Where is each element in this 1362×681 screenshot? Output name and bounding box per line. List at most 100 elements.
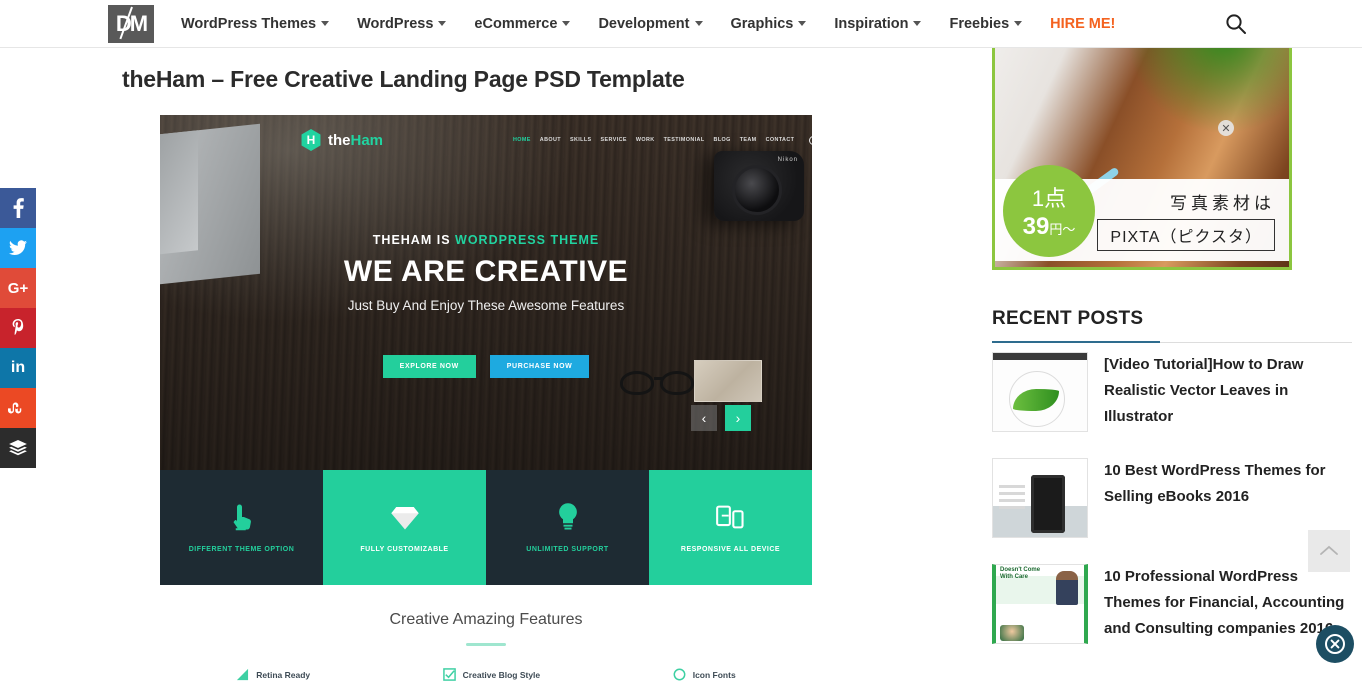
preview-menu-team[interactable]: TEAM: [740, 137, 757, 143]
ad-badge-price: 39: [1023, 213, 1050, 240]
share-google-plus-button[interactable]: G+: [0, 268, 36, 308]
sub-feature-creative-blog-style: Creative Blog Style: [443, 668, 540, 681]
buffer-icon: [9, 440, 27, 456]
ad-badge-line1: 1点: [1032, 181, 1066, 213]
share-buffer-button[interactable]: [0, 428, 36, 468]
camera-label: Nikon: [778, 157, 798, 163]
ad-line-1: 写真素材は: [1170, 189, 1275, 214]
preview-menu-testimonial[interactable]: TESTIMONIAL: [664, 137, 705, 143]
ad-line-2: PIXTA（ピクスタ）: [1097, 219, 1275, 251]
carousel-controls: ‹ ›: [691, 405, 751, 431]
preview-menu-service[interactable]: SERVICE: [601, 137, 627, 143]
post-thumbnail: [992, 352, 1088, 432]
devices-icon: [716, 502, 746, 532]
nav-item-freebies[interactable]: Freebies: [949, 16, 1022, 32]
list-item[interactable]: Doesn't Come With Care 10 Professional W…: [992, 564, 1356, 644]
chevron-down-icon: [321, 21, 329, 26]
nav-label: Graphics: [731, 16, 794, 32]
chevron-down-icon: [695, 21, 703, 26]
explore-now-button[interactable]: EXPLORE NOW: [383, 355, 476, 378]
feature-label: RESPONSIVE ALL DEVICE: [681, 546, 780, 553]
thumbnail-photo-prop: [694, 360, 762, 402]
theham-logo-text: theHam: [328, 132, 383, 149]
stumbleupon-icon: [8, 401, 28, 415]
share-twitter-button[interactable]: [0, 228, 36, 268]
nav-item-hire-me[interactable]: HIRE ME!: [1050, 16, 1115, 32]
preview-menu-about[interactable]: ABOUT: [540, 137, 561, 143]
search-icon[interactable]: [809, 136, 812, 145]
ad-price-badge: 1点 39円～: [1003, 165, 1095, 257]
sub-feature-label: Retina Ready: [256, 670, 310, 680]
nav-label: HIRE ME!: [1050, 16, 1115, 32]
share-pinterest-button[interactable]: [0, 308, 36, 348]
post-thumbnail: Doesn't Come With Care: [992, 564, 1088, 644]
carousel-prev-button[interactable]: ‹: [691, 405, 717, 431]
preview-menu-skills[interactable]: SKILLS: [570, 137, 592, 143]
hero-subheading: Just Buy And Enjoy These Awesome Feature…: [160, 298, 812, 313]
linkedin-icon: in: [11, 359, 25, 377]
nav-label: Inspiration: [834, 16, 908, 32]
nav-item-inspiration[interactable]: Inspiration: [834, 16, 921, 32]
share-stumbleupon-button[interactable]: [0, 388, 36, 428]
preview-menu: HOME ABOUT SKILLS SERVICE WORK TESTIMONI…: [513, 136, 812, 145]
nav-item-wordpress[interactable]: WordPress: [357, 16, 446, 32]
hero-kicker-accent: WORDPRESS THEME: [455, 233, 599, 247]
scroll-to-top-button[interactable]: [1308, 530, 1350, 572]
hero-kicker: THEHAM IS WORDPRESS THEME: [160, 233, 812, 247]
ad-close-icon[interactable]: ✕: [1218, 120, 1234, 136]
page-title: theHam – Free Creative Landing Page PSD …: [122, 66, 812, 93]
main-content: theHam – Free Creative Landing Page PSD …: [0, 48, 872, 671]
nav-item-graphics[interactable]: Graphics: [731, 16, 807, 32]
logo-name-accent: Ham: [351, 132, 384, 149]
hero-heading: WE ARE CREATIVE: [160, 255, 812, 289]
list-item[interactable]: 10 Best WordPress Themes for Selling eBo…: [992, 458, 1356, 538]
share-facebook-button[interactable]: [0, 188, 36, 228]
chevron-up-icon: [1320, 545, 1338, 557]
theham-logo: H theHam: [300, 129, 383, 151]
chevron-down-icon: [562, 21, 570, 26]
preview-menu-contact[interactable]: CONTACT: [766, 137, 795, 143]
sub-feature-label: Icon Fonts: [693, 670, 736, 680]
nav-label: Freebies: [949, 16, 1009, 32]
share-linkedin-button[interactable]: in: [0, 348, 36, 388]
feature-unlimited-support: UNLIMITED SUPPORT: [486, 470, 649, 585]
lightbulb-icon: [553, 502, 583, 532]
nav-label: Development: [598, 16, 689, 32]
hero-kicker-plain: THEHAM IS: [373, 233, 455, 247]
recent-posts-heading: RECENT POSTS: [992, 308, 1352, 343]
floating-badge-button[interactable]: [1316, 625, 1354, 663]
post-title-link[interactable]: [Video Tutorial]How to Draw Realistic Ve…: [1104, 352, 1356, 432]
list-item[interactable]: [Video Tutorial]How to Draw Realistic Ve…: [992, 352, 1356, 432]
preview-menu-work[interactable]: WORK: [636, 137, 655, 143]
preview-below-section: Creative Amazing Features Retina Ready C…: [160, 585, 812, 681]
pinterest-icon: [12, 319, 25, 337]
search-icon[interactable]: [1225, 13, 1247, 35]
chevron-down-icon: [438, 21, 446, 26]
ad-badge-unit: 円～: [1049, 222, 1075, 237]
feature-label: DIFFERENT THEME OPTION: [189, 546, 295, 553]
sub-feature-label: Creative Blog Style: [463, 670, 540, 680]
post-title-link[interactable]: 10 Professional WordPress Themes for Fin…: [1104, 564, 1356, 644]
fonts-icon: [673, 668, 686, 681]
logo-name-dark: the: [328, 132, 351, 149]
feature-different-theme-option: DIFFERENT THEME OPTION: [160, 470, 323, 585]
retina-icon: [236, 668, 249, 681]
post-title-link[interactable]: 10 Best WordPress Themes for Selling eBo…: [1104, 458, 1356, 538]
nav-label: WordPress Themes: [181, 16, 316, 32]
preview-menu-blog[interactable]: BLOG: [714, 137, 731, 143]
chevron-down-icon: [798, 21, 806, 26]
nav-item-ecommerce[interactable]: eCommerce: [474, 16, 570, 32]
carousel-next-button[interactable]: ›: [725, 405, 751, 431]
sub-feature-list: Retina Ready Creative Blog Style Icon Fo…: [160, 668, 812, 681]
diamond-icon: [390, 502, 420, 532]
touch-icon: [227, 502, 257, 532]
purchase-now-button[interactable]: PURCHASE NOW: [490, 355, 590, 378]
nav-item-development[interactable]: Development: [598, 16, 702, 32]
preview-menu-home[interactable]: HOME: [513, 137, 531, 143]
feature-responsive-all-device: RESPONSIVE ALL DEVICE: [649, 470, 812, 585]
chevron-down-icon: [913, 21, 921, 26]
site-logo[interactable]: DM: [108, 5, 154, 43]
nav-label: eCommerce: [474, 16, 557, 32]
nav-item-wordpress-themes[interactable]: WordPress Themes: [181, 16, 329, 32]
sub-feature-icon-fonts: Icon Fonts: [673, 668, 736, 681]
